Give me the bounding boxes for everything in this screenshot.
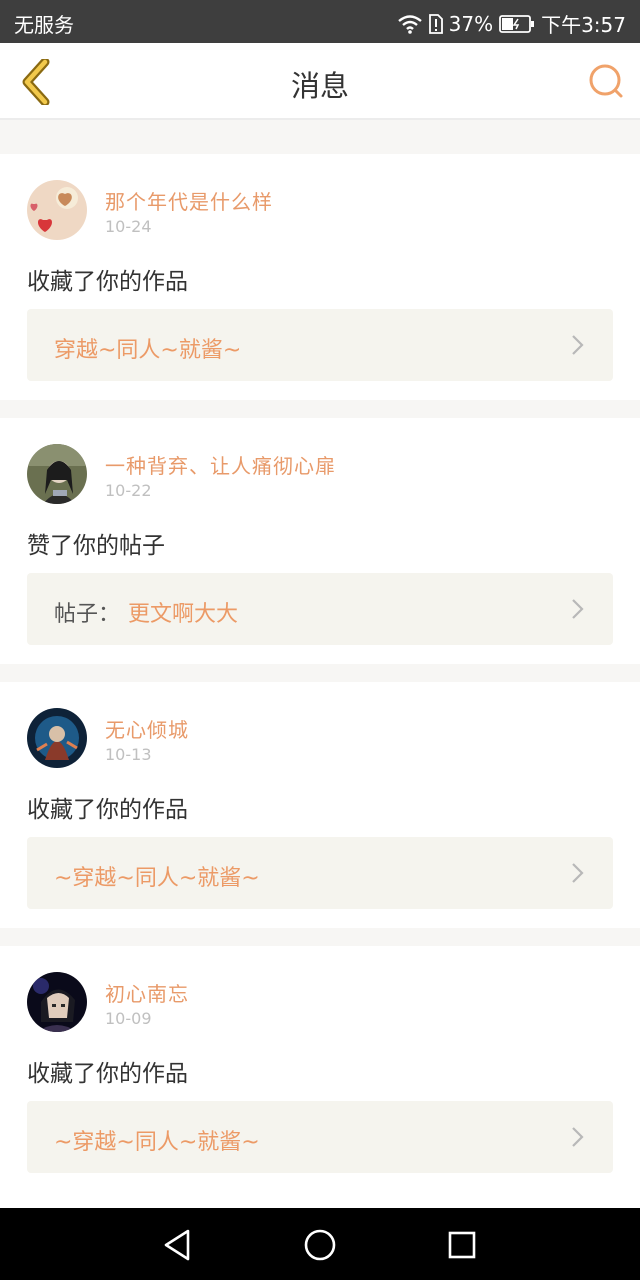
avatar-image xyxy=(27,180,87,240)
status-icons: 37% 下午3:57 xyxy=(397,9,626,38)
post-title: 更文啊大大 xyxy=(128,602,239,627)
work-title: 穿越~同人~就酱~ xyxy=(54,338,242,363)
timestamp: 10-24 xyxy=(105,217,152,236)
notification-card[interactable]: 那个年代是什么样 10-24 收藏了你的作品 穿越~同人~就酱~ xyxy=(0,154,640,400)
work-title: ~穿越~同人~就酱~ xyxy=(54,1130,260,1155)
avatar-image xyxy=(27,972,87,1032)
recents-square-icon[interactable] xyxy=(442,1225,482,1265)
carrier-label: 无服务 xyxy=(14,13,74,37)
timestamp: 10-09 xyxy=(105,1009,152,1028)
chevron-right-icon xyxy=(572,863,584,883)
timestamp: 10-13 xyxy=(105,745,152,764)
chevron-right-icon xyxy=(572,335,584,355)
action-text: 赞了你的帖子 xyxy=(27,533,165,559)
username[interactable]: 那个年代是什么样 xyxy=(105,186,273,215)
home-circle-icon[interactable] xyxy=(300,1225,340,1265)
work-link[interactable]: ~穿越~同人~就酱~ xyxy=(27,1101,613,1173)
post-link[interactable]: 帖子： 更文啊大大 xyxy=(27,573,613,645)
post-label: 帖子： xyxy=(54,602,121,627)
avatar[interactable] xyxy=(27,972,87,1032)
work-link[interactable]: ~穿越~同人~就酱~ xyxy=(27,837,613,909)
username[interactable]: 无心倾城 xyxy=(105,714,189,743)
back-triangle-icon[interactable] xyxy=(158,1225,198,1265)
app-header: 消息 xyxy=(0,43,640,120)
avatar[interactable] xyxy=(27,180,87,240)
notification-card[interactable]: 初心南忘 10-09 收藏了你的作品 ~穿越~同人~就酱~ xyxy=(0,946,640,1192)
battery-percent: 37% xyxy=(448,11,494,36)
timestamp: 10-22 xyxy=(105,481,152,500)
sim-alert-icon xyxy=(428,13,443,34)
page-title: 消息 xyxy=(290,69,349,103)
search-button[interactable] xyxy=(586,61,626,101)
wifi-icon xyxy=(397,14,422,34)
system-nav-bar xyxy=(0,1208,640,1280)
avatar[interactable] xyxy=(27,444,87,504)
username[interactable]: 初心南忘 xyxy=(105,978,189,1007)
action-text: 收藏了你的作品 xyxy=(27,269,188,295)
username[interactable]: 一种背弃、让人痛彻心扉 xyxy=(105,450,336,479)
action-text: 收藏了你的作品 xyxy=(27,797,188,823)
chevron-right-icon xyxy=(572,1127,584,1147)
action-text: 收藏了你的作品 xyxy=(27,1061,188,1087)
search-icon xyxy=(589,64,623,98)
notification-card[interactable]: 无心倾城 10-13 收藏了你的作品 ~穿越~同人~就酱~ xyxy=(0,682,640,928)
avatar-image xyxy=(27,708,87,768)
work-title: ~穿越~同人~就酱~ xyxy=(54,866,260,891)
chevron-right-icon xyxy=(572,599,584,619)
work-link[interactable]: 穿越~同人~就酱~ xyxy=(27,309,613,381)
battery-icon xyxy=(499,14,535,33)
clock: 下午3:57 xyxy=(541,13,626,37)
status-bar: 无服务 37% 下午3:57 xyxy=(0,0,640,43)
avatar[interactable] xyxy=(27,708,87,768)
notification-card[interactable]: 一种背弃、让人痛彻心扉 10-22 赞了你的帖子 帖子： 更文啊大大 xyxy=(0,418,640,664)
avatar-image xyxy=(27,444,87,504)
notification-card[interactable] xyxy=(0,1192,640,1208)
notification-list[interactable]: 那个年代是什么样 10-24 收藏了你的作品 穿越~同人~就酱~ 一种背弃、让人… xyxy=(0,120,640,1208)
